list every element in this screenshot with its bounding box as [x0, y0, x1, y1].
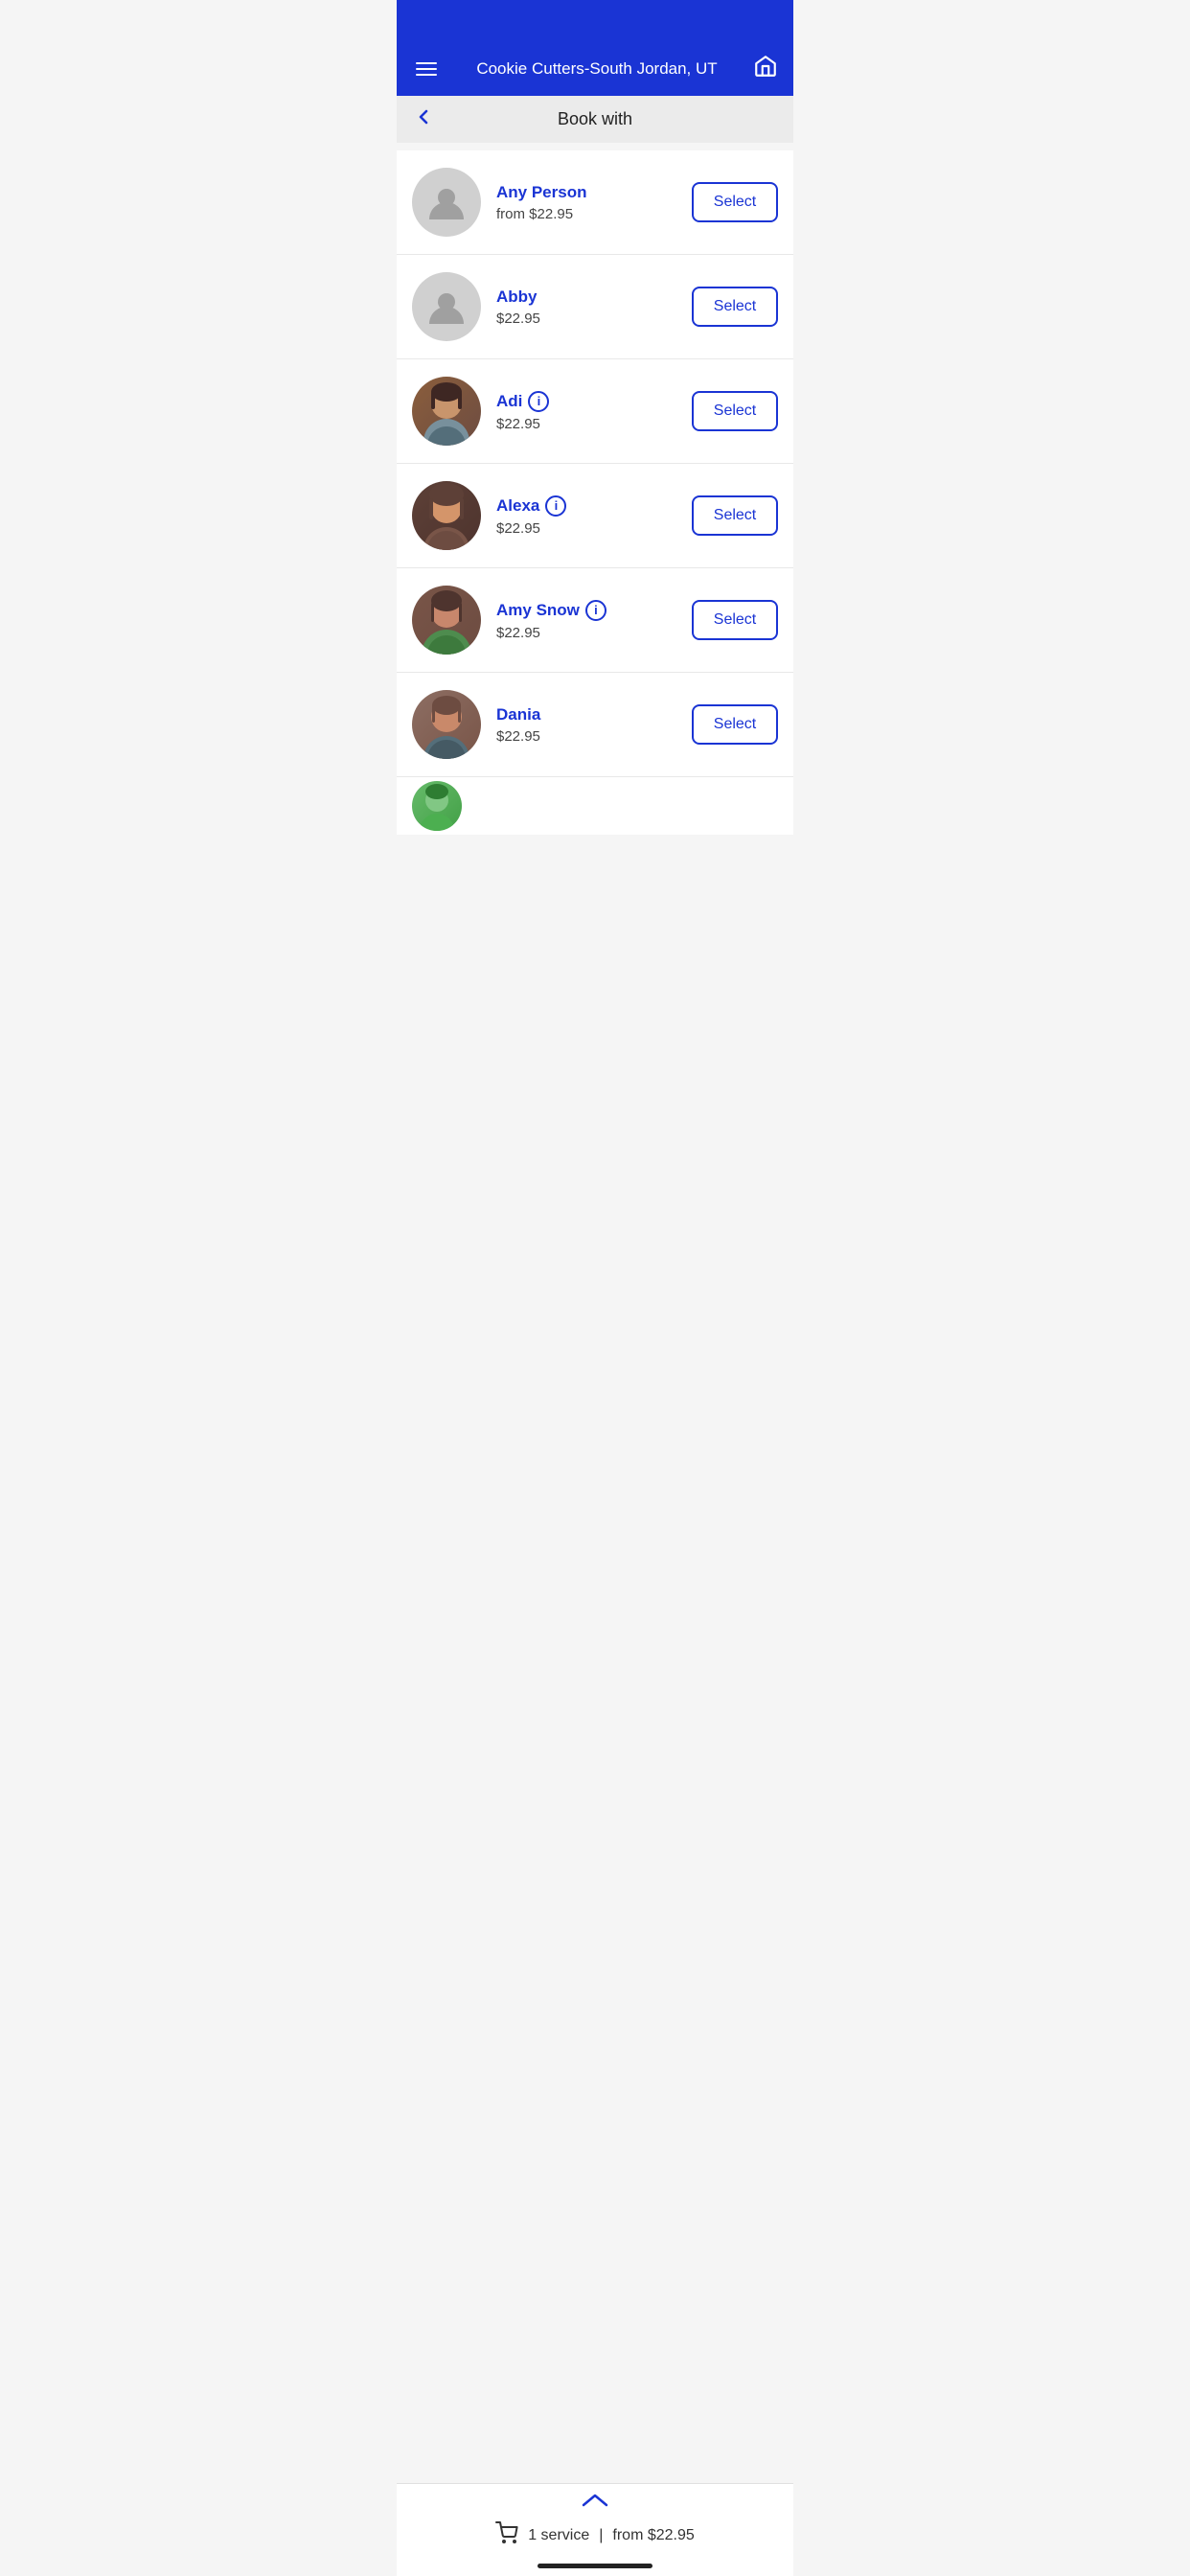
- avatar-alexa: [412, 481, 481, 550]
- staff-item-abby: Abby $22.95 Select: [397, 255, 793, 359]
- staff-item-any-person: Any Person from $22.95 Select: [397, 150, 793, 255]
- info-icon-adi[interactable]: i: [528, 391, 549, 412]
- select-button-abby[interactable]: Select: [692, 287, 778, 327]
- staff-name-any-person: Any Person: [496, 183, 586, 202]
- staff-name-adi: Adi: [496, 392, 522, 411]
- staff-name-amy-snow: Amy Snow: [496, 601, 580, 620]
- avatar-amy-snow: [412, 586, 481, 655]
- staff-price-amy-snow: $22.95: [496, 625, 692, 641]
- cart-icon: [495, 2521, 518, 2550]
- separator: |: [599, 2527, 603, 2544]
- sub-header: Book with: [397, 96, 793, 143]
- staff-price-dania: $22.95: [496, 728, 692, 745]
- staff-list: Any Person from $22.95 Select Abby $22.9…: [397, 150, 793, 835]
- menu-icon[interactable]: [412, 58, 441, 80]
- info-icon-amy-snow[interactable]: i: [585, 600, 606, 621]
- avatar-dania: [412, 690, 481, 759]
- staff-info-abby: Abby $22.95: [496, 288, 692, 327]
- header-title: Cookie Cutters-South Jordan, UT: [452, 59, 742, 79]
- staff-item-dania: Dania $22.95 Select: [397, 673, 793, 777]
- select-button-adi[interactable]: Select: [692, 391, 778, 431]
- avatar-adi: [412, 377, 481, 446]
- avatar-any-person: [412, 168, 481, 237]
- staff-price-abby: $22.95: [496, 310, 692, 327]
- app-header: Cookie Cutters-South Jordan, UT: [397, 42, 793, 96]
- cart-summary: 1 service | from $22.95: [412, 2518, 778, 2560]
- staff-price-alexa: $22.95: [496, 520, 692, 537]
- status-bar: [397, 0, 793, 42]
- staff-name-alexa: Alexa: [496, 496, 539, 516]
- select-button-alexa[interactable]: Select: [692, 495, 778, 536]
- staff-name-dania: Dania: [496, 705, 540, 724]
- staff-info-dania: Dania $22.95: [496, 705, 692, 745]
- page-title: Book with: [558, 109, 632, 129]
- bottom-bar: 1 service | from $22.95: [397, 2483, 793, 2576]
- staff-item-adi: Adi i $22.95 Select: [397, 359, 793, 464]
- home-icon[interactable]: [753, 54, 778, 84]
- staff-item-amy-snow: Amy Snow i $22.95 Select: [397, 568, 793, 673]
- avatar-next: [412, 781, 462, 831]
- service-price: from $22.95: [612, 2527, 694, 2544]
- staff-info-alexa: Alexa i $22.95: [496, 495, 692, 537]
- avatar-abby: [412, 272, 481, 341]
- select-button-any-person[interactable]: Select: [692, 182, 778, 222]
- staff-info-any-person: Any Person from $22.95: [496, 183, 692, 222]
- staff-price-adi: $22.95: [496, 416, 692, 432]
- info-icon-alexa[interactable]: i: [545, 495, 566, 517]
- expand-chevron[interactable]: [412, 2484, 778, 2518]
- staff-info-adi: Adi i $22.95: [496, 391, 692, 432]
- staff-item-alexa: Alexa i $22.95 Select: [397, 464, 793, 568]
- staff-price-any-person: from $22.95: [496, 206, 692, 222]
- staff-item-partial: [397, 777, 793, 835]
- select-button-dania[interactable]: Select: [692, 704, 778, 745]
- service-count: 1 service: [528, 2527, 589, 2544]
- staff-name-abby: Abby: [496, 288, 538, 307]
- staff-info-amy-snow: Amy Snow i $22.95: [496, 600, 692, 641]
- back-button[interactable]: [412, 105, 435, 134]
- home-indicator: [538, 2564, 652, 2568]
- select-button-amy-snow[interactable]: Select: [692, 600, 778, 640]
